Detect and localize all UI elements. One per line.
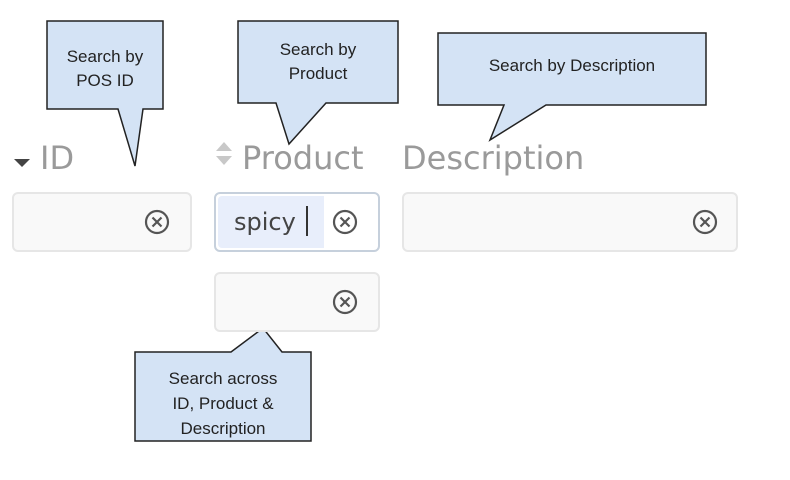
callout-id-text: Search by POS ID bbox=[66, 47, 144, 90]
sort-both-icon bbox=[214, 139, 234, 177]
product-filter-value: spicy bbox=[234, 208, 296, 236]
callout-description-text: Search by Description bbox=[488, 56, 656, 75]
global-search-input[interactable] bbox=[214, 272, 380, 332]
callout-global-text: Search across ID, Product & Description bbox=[168, 369, 278, 438]
clear-circle-icon[interactable] bbox=[330, 287, 360, 317]
clear-circle-icon[interactable] bbox=[142, 207, 172, 237]
column-header-description[interactable]: Description bbox=[402, 137, 584, 179]
id-filter-input[interactable] bbox=[12, 192, 192, 252]
column-header-product-label: Product bbox=[242, 139, 364, 177]
column-header-id-label: ID bbox=[40, 139, 75, 177]
product-filter-input[interactable]: spicy bbox=[214, 192, 380, 252]
sort-desc-icon bbox=[12, 139, 32, 177]
column-header-id[interactable]: ID bbox=[12, 137, 74, 179]
clear-circle-icon[interactable] bbox=[690, 207, 720, 237]
callout-product-text: Search by Product bbox=[279, 40, 357, 83]
clear-circle-icon[interactable] bbox=[330, 207, 360, 237]
column-header-product[interactable]: Product bbox=[214, 137, 364, 179]
description-filter-input[interactable] bbox=[402, 192, 738, 252]
callout-description-shape bbox=[437, 32, 707, 142]
text-cursor bbox=[306, 206, 308, 236]
column-header-description-label: Description bbox=[402, 139, 585, 177]
